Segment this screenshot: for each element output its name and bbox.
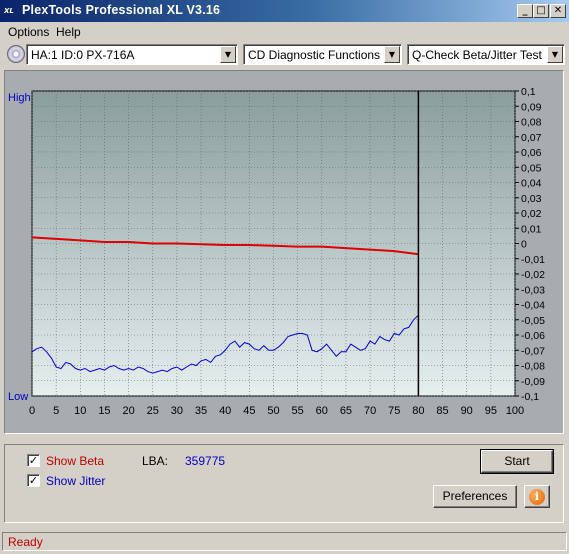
lba-value: 359775 <box>185 454 226 468</box>
start-button[interactable]: Start <box>480 449 554 474</box>
status-bar: Ready <box>2 532 567 551</box>
x-tick-label: 95 <box>485 405 497 417</box>
x-tick-label: 55 <box>292 405 304 417</box>
show-beta-label[interactable]: Show Beta <box>46 454 104 468</box>
y-tick-label: 0,04 <box>521 178 542 190</box>
y-tick-label: 0,06 <box>521 147 542 159</box>
y-label-low: Low <box>8 391 28 403</box>
close-button[interactable]: ✕ <box>550 4 566 18</box>
chevron-down-icon[interactable]: ▼ <box>547 46 563 63</box>
x-tick-label: 80 <box>412 405 424 417</box>
test-select-value: Q-Check Beta/Jitter Test <box>412 48 542 62</box>
y-tick-label: 0,03 <box>521 193 542 205</box>
show-beta-checkbox[interactable]: ✓ <box>27 454 40 467</box>
x-tick-label: 60 <box>316 405 328 417</box>
drive-select-value: HA:1 ID:0 PX-716A <box>31 48 135 62</box>
cd-drive-icon <box>7 45 25 63</box>
x-tick-label: 70 <box>364 405 376 417</box>
info-icon: i <box>529 489 545 505</box>
x-tick-label: 10 <box>74 405 86 417</box>
y-tick-label: 0,07 <box>521 132 542 144</box>
y-tick-label: -0,1 <box>521 391 539 403</box>
x-tick-label: 100 <box>506 405 524 417</box>
x-tick-label: 40 <box>219 405 231 417</box>
x-tick-label: 15 <box>98 405 110 417</box>
function-select[interactable]: CD Diagnostic Functions ▼ <box>243 44 402 65</box>
y-tick-label: 0,1 <box>521 86 536 98</box>
x-tick-label: 50 <box>267 405 279 417</box>
x-tick-label: 45 <box>243 405 255 417</box>
y-tick-label: -0,05 <box>521 315 545 327</box>
status-text: Ready <box>8 535 43 549</box>
y-tick-label: -0,07 <box>521 345 545 357</box>
menu-bar: Options Help <box>0 22 569 41</box>
x-tick-label: 65 <box>340 405 352 417</box>
y-tick-label: 0,09 <box>521 101 542 113</box>
x-tick-label: 30 <box>171 405 183 417</box>
y-tick-label: -0,04 <box>521 300 545 312</box>
title-bar: XL PlexTools Professional XL V3.16 _ □ ✕ <box>0 0 569 22</box>
drive-select[interactable]: HA:1 ID:0 PX-716A ▼ <box>26 44 238 65</box>
lba-label: LBA: <box>142 454 169 468</box>
app-logo-icon: XL <box>4 7 14 15</box>
y-tick-label: 0,01 <box>521 223 542 235</box>
x-tick-label: 5 <box>53 405 59 417</box>
chevron-down-icon[interactable]: ▼ <box>384 46 400 63</box>
y-tick-label: -0,06 <box>521 330 545 342</box>
beta-jitter-chart: High Low 0,1 0,09 0,08 0,07 0,06 0,05 0,04 0,03… <box>8 86 545 417</box>
y-tick-label: -0,09 <box>521 376 545 388</box>
toolbar: HA:1 ID:0 PX-716A ▼ CD Diagnostic Functi… <box>0 43 569 67</box>
x-tick-label: 85 <box>436 405 448 417</box>
y-tick-label: -0,03 <box>521 284 545 296</box>
maximize-button[interactable]: □ <box>533 4 549 18</box>
test-select[interactable]: Q-Check Beta/Jitter Test ▼ <box>407 44 565 65</box>
x-tick-label: 0 <box>29 405 35 417</box>
show-jitter-label[interactable]: Show Jitter <box>46 474 105 488</box>
window-title: PlexTools Professional XL V3.16 <box>22 3 221 17</box>
show-jitter-checkbox[interactable]: ✓ <box>27 474 40 487</box>
preferences-button[interactable]: Preferences <box>433 485 517 508</box>
menu-options[interactable]: Options <box>8 25 49 39</box>
minimize-button[interactable]: _ <box>517 4 533 18</box>
y-tick-label: -0,01 <box>521 254 545 266</box>
x-tick-label: 75 <box>388 405 400 417</box>
x-tick-label: 25 <box>147 405 159 417</box>
y-tick-label: -0,08 <box>521 361 545 373</box>
x-tick-label: 35 <box>195 405 207 417</box>
menu-help[interactable]: Help <box>56 25 81 39</box>
y-tick-label: 0,08 <box>521 117 542 129</box>
chevron-down-icon[interactable]: ▼ <box>220 46 236 63</box>
info-button[interactable]: i <box>524 485 550 508</box>
y-label-high: High <box>8 92 31 104</box>
y-tick-label: 0 <box>521 239 527 251</box>
y-tick-label: 0,02 <box>521 208 542 220</box>
x-tick-label: 20 <box>122 405 134 417</box>
chart-frame: High Low 0,1 0,09 0,08 0,07 0,06 0,05 0,04 0,03… <box>4 70 564 434</box>
x-tick-label: 90 <box>461 405 473 417</box>
control-panel: ✓ Show Beta ✓ Show Jitter LBA: 359775 St… <box>4 444 564 523</box>
function-select-value: CD Diagnostic Functions <box>248 48 381 62</box>
y-tick-label: -0,02 <box>521 269 545 281</box>
y-tick-label: 0,05 <box>521 162 542 174</box>
